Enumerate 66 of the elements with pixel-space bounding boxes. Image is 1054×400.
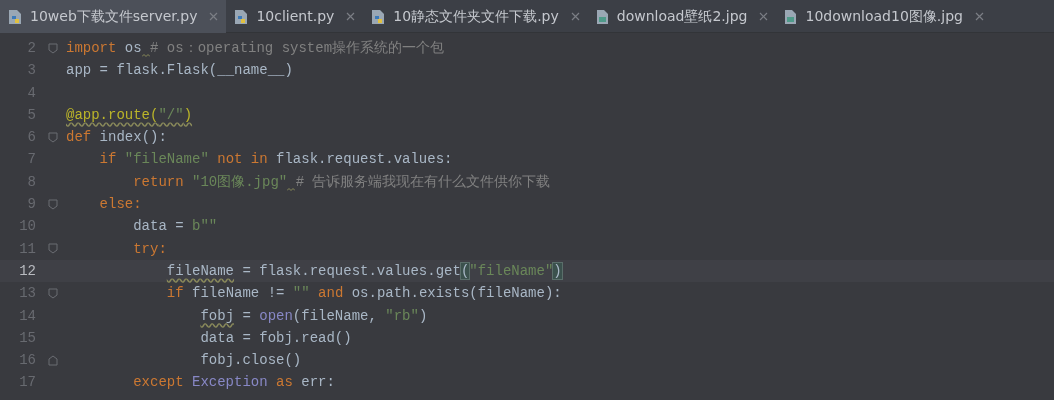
file-tab[interactable]: 10web下载文件server.py — [0, 0, 227, 33]
file-tab[interactable]: download壁纸2.jpg — [587, 0, 777, 33]
code-token: not in — [216, 151, 269, 168]
code-token: b"" — [192, 218, 218, 235]
code-token: fobj — [200, 307, 235, 324]
code-token: os.path.exists(fileName): — [351, 285, 562, 302]
code-token: os — [123, 40, 142, 56]
code-token: if — [166, 285, 185, 302]
fold-icon[interactable] — [48, 287, 58, 299]
code-token: def — [66, 129, 92, 146]
code-token: ( — [460, 262, 470, 279]
close-icon[interactable] — [209, 12, 219, 21]
code-token: ) — [183, 106, 193, 123]
code-token: # os：operating system操作系统的一个包 — [150, 40, 445, 56]
code-token: (fileName, — [292, 307, 378, 324]
code-token: Exception — [192, 374, 268, 391]
code-token: ) — [418, 307, 428, 324]
code-token: "fileName" — [469, 262, 554, 279]
code-token: "fileName" — [124, 151, 209, 168]
code-token: "/" — [158, 106, 184, 123]
code-token: try: — [133, 240, 167, 257]
code-token: as — [275, 374, 294, 391]
close-icon[interactable] — [570, 12, 580, 21]
fold-icon[interactable] — [48, 198, 58, 210]
code-token: "rb" — [385, 307, 419, 324]
code-token: except — [133, 374, 185, 391]
line-number: 12 — [18, 261, 36, 281]
code-token: flask.request.values: — [276, 151, 453, 168]
code-token: ) — [553, 262, 562, 279]
python-file-icon — [8, 8, 22, 25]
code-token: "10图像.jpg" — [192, 173, 288, 190]
code-token: app = flask.Flask(__name__) — [66, 62, 293, 79]
fold-icon[interactable] — [48, 42, 58, 54]
fold-icon[interactable] — [48, 131, 58, 143]
code-token: if — [99, 151, 118, 168]
image-file-icon — [595, 8, 609, 25]
image-file-icon — [784, 8, 798, 25]
code-token: return — [133, 173, 185, 190]
fold-icon[interactable] — [48, 354, 58, 366]
code-token: data = — [133, 218, 185, 235]
warning-underline — [287, 187, 296, 191]
close-icon[interactable] — [759, 12, 769, 21]
python-file-icon — [371, 8, 386, 25]
close-icon[interactable] — [974, 12, 984, 21]
code-token: else: — [99, 196, 142, 213]
code-token: open — [259, 307, 293, 324]
file-tab[interactable]: 10client.py — [226, 0, 364, 33]
code-token: import — [66, 40, 117, 56]
code-token: and — [317, 285, 345, 302]
python-file-icon — [234, 8, 249, 25]
code-token: index(): — [98, 129, 167, 146]
warning-underline — [141, 54, 150, 57]
code-token: fileName — [166, 262, 235, 279]
close-icon[interactable] — [346, 12, 356, 21]
code-token: "" — [292, 285, 310, 302]
fold-icon[interactable] — [48, 243, 58, 255]
code-token: = — [241, 307, 252, 324]
code-token: fileName != — [192, 285, 286, 302]
code-token: fobj.close() — [200, 352, 302, 369]
code-token: @app.route( — [66, 106, 159, 123]
file-tab[interactable]: 10download10图像.jpg — [776, 0, 992, 33]
code-token: err: — [301, 374, 335, 391]
code-token: # 告诉服务端我现在有什么文件供你下载 — [295, 173, 551, 190]
code-token: = flask.request.values.get — [241, 262, 461, 279]
file-tab[interactable]: 10静态文件夹文件下载.py — [363, 0, 588, 33]
code-token: data = fobj.read() — [200, 329, 352, 346]
